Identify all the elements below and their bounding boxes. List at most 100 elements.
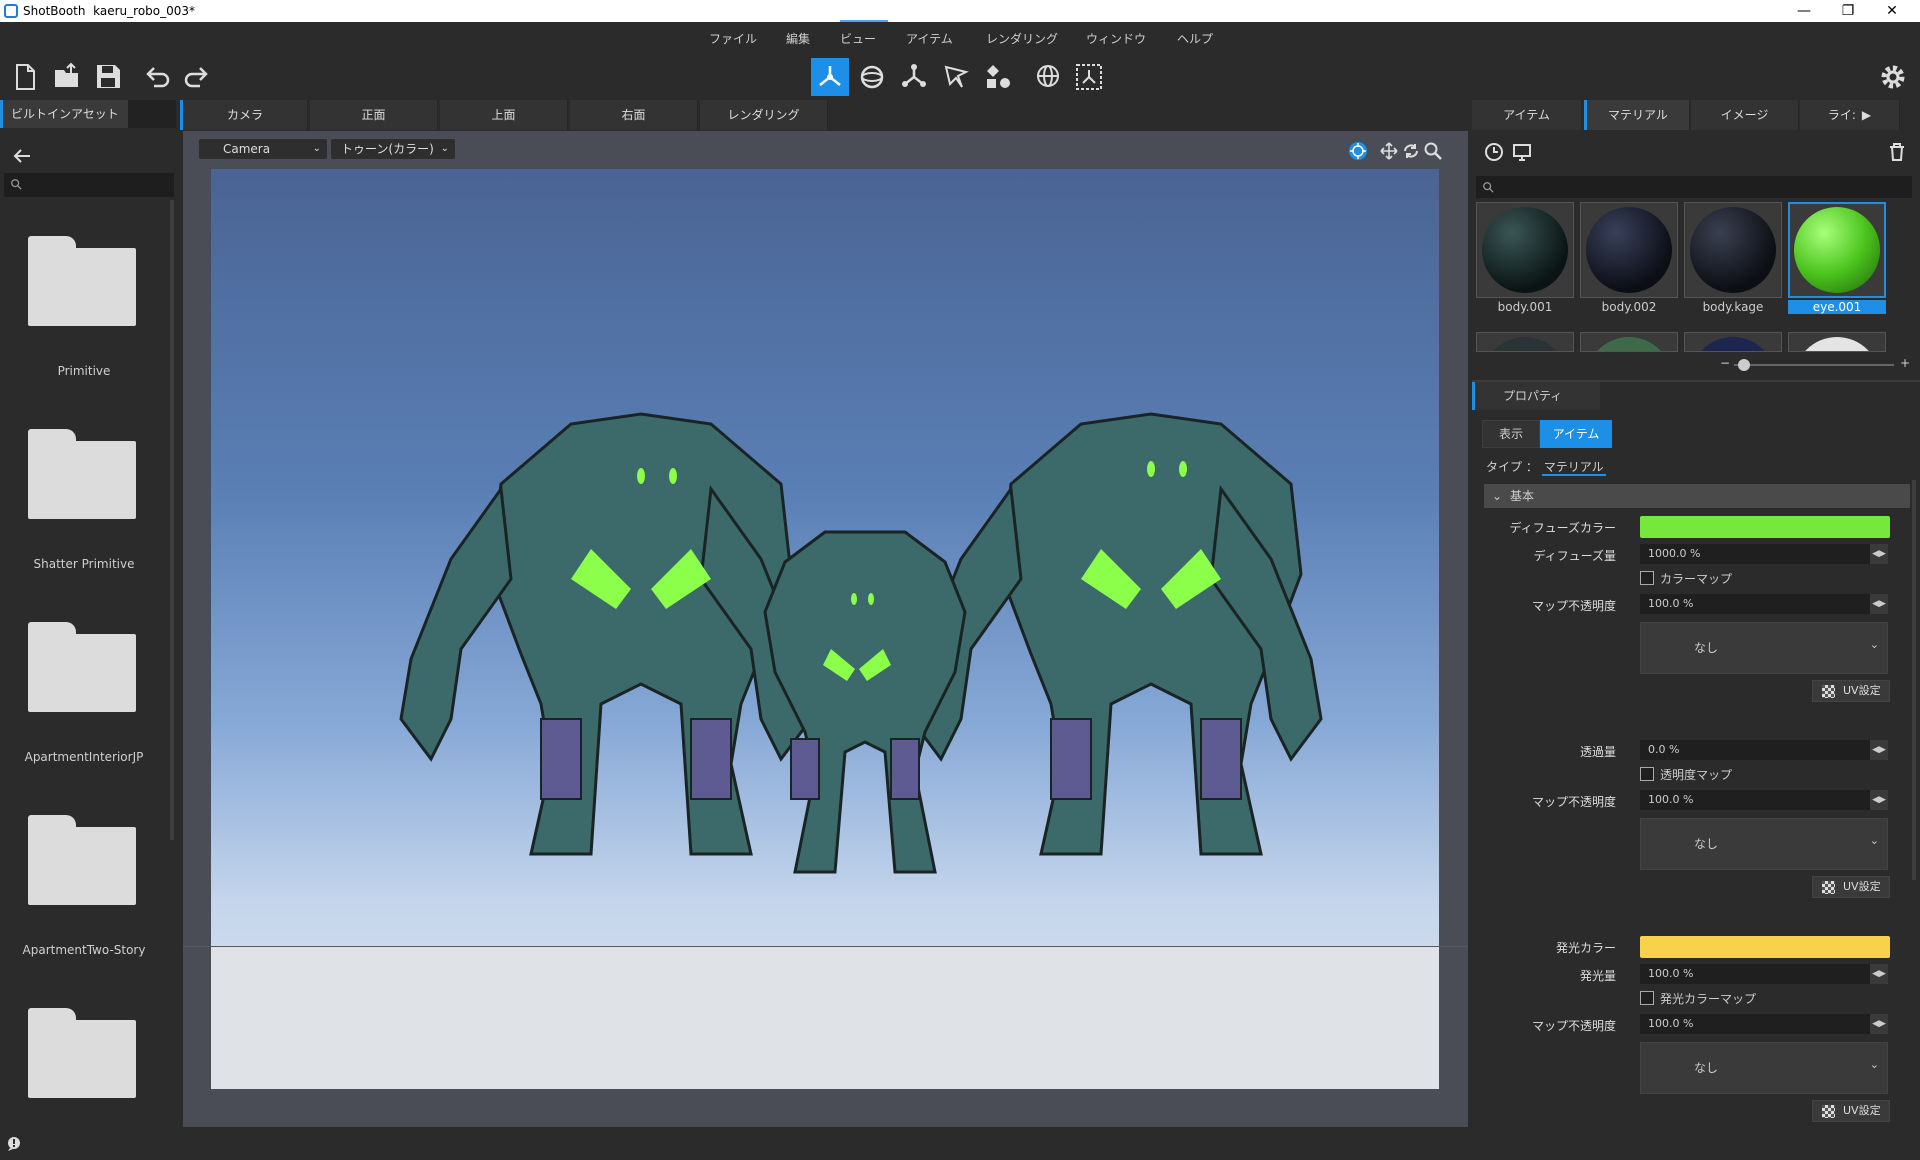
color-map-select[interactable]: なし ⌄: [1640, 622, 1888, 674]
shading-select[interactable]: トゥーン(カラー) ⌄: [331, 139, 455, 159]
color-map-checkbox[interactable]: [1640, 571, 1654, 585]
new-file-icon[interactable]: [6, 58, 44, 96]
tab-right[interactable]: 右面: [570, 100, 698, 130]
emission-color-swatch[interactable]: [1640, 936, 1890, 958]
menu-help[interactable]: ヘルプ: [1177, 30, 1213, 47]
rotate-tool-icon[interactable]: [853, 58, 891, 96]
material-swatch[interactable]: [1580, 332, 1678, 352]
map-opacity-input[interactable]: 100.0 %: [1640, 594, 1870, 614]
material-swatch[interactable]: body.001: [1476, 202, 1576, 322]
emission-map-select[interactable]: なし ⌄: [1640, 1042, 1888, 1094]
subtab-item[interactable]: アイテム: [1540, 420, 1612, 448]
section-basic[interactable]: ⌄ 基本: [1484, 484, 1910, 508]
scene-canvas[interactable]: [183, 169, 1468, 1089]
target-icon[interactable]: [1348, 141, 1368, 161]
asset-search-input[interactable]: [4, 173, 174, 197]
material-swatch[interactable]: [1684, 332, 1782, 352]
menu-edit[interactable]: 編集: [786, 30, 810, 47]
tab-image[interactable]: イメージ: [1691, 100, 1799, 130]
trash-icon[interactable]: [1888, 142, 1906, 162]
map-opacity-input[interactable]: 100.0 %: [1640, 790, 1870, 810]
transparency-map-checkbox[interactable]: [1640, 767, 1654, 781]
local-tool-icon[interactable]: [1070, 58, 1108, 96]
undo-icon[interactable]: [138, 58, 176, 96]
tab-top[interactable]: 上面: [440, 100, 568, 130]
chevron-right-icon[interactable]: ▶: [1862, 108, 1871, 122]
camera-select[interactable]: Camera ⌄: [199, 139, 327, 159]
transparency-map-select[interactable]: なし ⌄: [1640, 818, 1888, 870]
uv-settings-button[interactable]: UV設定: [1812, 1100, 1890, 1122]
open-file-icon[interactable]: [48, 58, 86, 96]
folder-label: ApartmentInteriorJP: [24, 750, 144, 764]
subtab-display[interactable]: 表示: [1482, 420, 1540, 448]
material-swatch[interactable]: [1788, 332, 1886, 352]
menu-file[interactable]: ファイル: [709, 30, 757, 47]
material-search-input[interactable]: [1476, 176, 1912, 198]
spin-arrows-icon[interactable]: ◀▶: [1870, 790, 1888, 810]
tab-builtin-assets[interactable]: ビルトインアセット: [0, 100, 128, 128]
uv-settings-button[interactable]: UV設定: [1812, 876, 1890, 898]
chevron-down-icon: ⌄: [1869, 1058, 1879, 1071]
zoom-icon[interactable]: [1423, 141, 1443, 161]
orbit-icon[interactable]: [1401, 141, 1421, 161]
menu-item[interactable]: アイテム: [906, 30, 953, 47]
minus-icon[interactable]: −: [1720, 356, 1730, 370]
close-button[interactable]: ✕: [1870, 2, 1914, 20]
spin-arrows-icon[interactable]: ◀▶: [1870, 740, 1888, 760]
uv-checker-icon: [1822, 1105, 1835, 1118]
settings-gear-icon[interactable]: [1874, 58, 1912, 96]
folder-icon[interactable]: [28, 236, 138, 326]
scale-tool-icon[interactable]: [895, 58, 933, 96]
material-swatch[interactable]: [1476, 332, 1574, 352]
uv-settings-button[interactable]: UV設定: [1812, 680, 1890, 702]
move-tool-icon[interactable]: [811, 58, 849, 96]
tab-camera[interactable]: カメラ: [180, 100, 308, 130]
viewport[interactable]: Camera ⌄ トゥーン(カラー) ⌄: [183, 131, 1468, 1127]
material-swatch-selected[interactable]: eye.001: [1788, 202, 1888, 322]
pan-icon[interactable]: [1379, 141, 1399, 161]
tab-front[interactable]: 正面: [310, 100, 438, 130]
spin-arrows-icon[interactable]: ◀▶: [1870, 594, 1888, 614]
maximize-button[interactable]: ❐: [1826, 2, 1870, 20]
type-row: タイプ ： マテリアル: [1486, 460, 1606, 476]
menu-window[interactable]: ウィンドウ: [1086, 30, 1146, 47]
spin-arrows-icon[interactable]: ◀▶: [1870, 1014, 1888, 1034]
redo-icon[interactable]: [178, 58, 216, 96]
tab-properties[interactable]: プロパティ: [1472, 382, 1600, 410]
tab-light[interactable]: ライ: ▶: [1800, 100, 1900, 130]
shapes-tool-icon[interactable]: [979, 58, 1017, 96]
tab-rendering[interactable]: レンダリング: [700, 100, 828, 130]
minimize-button[interactable]: —: [1782, 2, 1826, 20]
diffuse-color-swatch[interactable]: [1640, 516, 1890, 538]
world-tool-icon[interactable]: [1030, 58, 1068, 96]
material-swatch[interactable]: body.002: [1580, 202, 1680, 322]
diffuse-amount-input[interactable]: 1000.0 %: [1640, 544, 1870, 564]
emission-amount-input[interactable]: 100.0 %: [1640, 964, 1870, 984]
history-icon[interactable]: [1484, 142, 1504, 162]
spin-arrows-icon[interactable]: ◀▶: [1870, 964, 1888, 984]
asset-scrollbar[interactable]: [170, 200, 174, 840]
plus-icon[interactable]: +: [1900, 356, 1910, 370]
thumbnail-size-slider[interactable]: − +: [1720, 356, 1910, 372]
transparency-input[interactable]: 0.0 %: [1640, 740, 1870, 760]
menu-view[interactable]: ビュー: [840, 30, 876, 47]
properties-scrollbar[interactable]: [1912, 480, 1916, 880]
diffuse-color-row: ディフューズカラー: [1472, 516, 1902, 538]
emission-map-checkbox[interactable]: [1640, 991, 1654, 1005]
tab-item[interactable]: アイテム: [1472, 100, 1582, 130]
info-bubble-icon[interactable]: [6, 1136, 22, 1152]
monitor-icon[interactable]: [1512, 142, 1532, 162]
save-file-icon[interactable]: [90, 58, 128, 96]
folder-icon[interactable]: [28, 622, 138, 712]
search-icon: [11, 179, 22, 190]
pose-tool-icon[interactable]: [937, 58, 975, 96]
folder-icon[interactable]: [28, 815, 138, 905]
map-opacity-input[interactable]: 100.0 %: [1640, 1014, 1870, 1034]
tab-material[interactable]: マテリアル: [1584, 100, 1690, 130]
folder-icon[interactable]: [28, 429, 138, 519]
material-swatch[interactable]: body.kage: [1684, 202, 1784, 322]
folder-icon[interactable]: [28, 1008, 138, 1098]
spin-arrows-icon[interactable]: ◀▶: [1870, 544, 1888, 564]
menu-rendering[interactable]: レンダリング: [986, 30, 1058, 47]
back-arrow-icon[interactable]: [10, 144, 34, 168]
